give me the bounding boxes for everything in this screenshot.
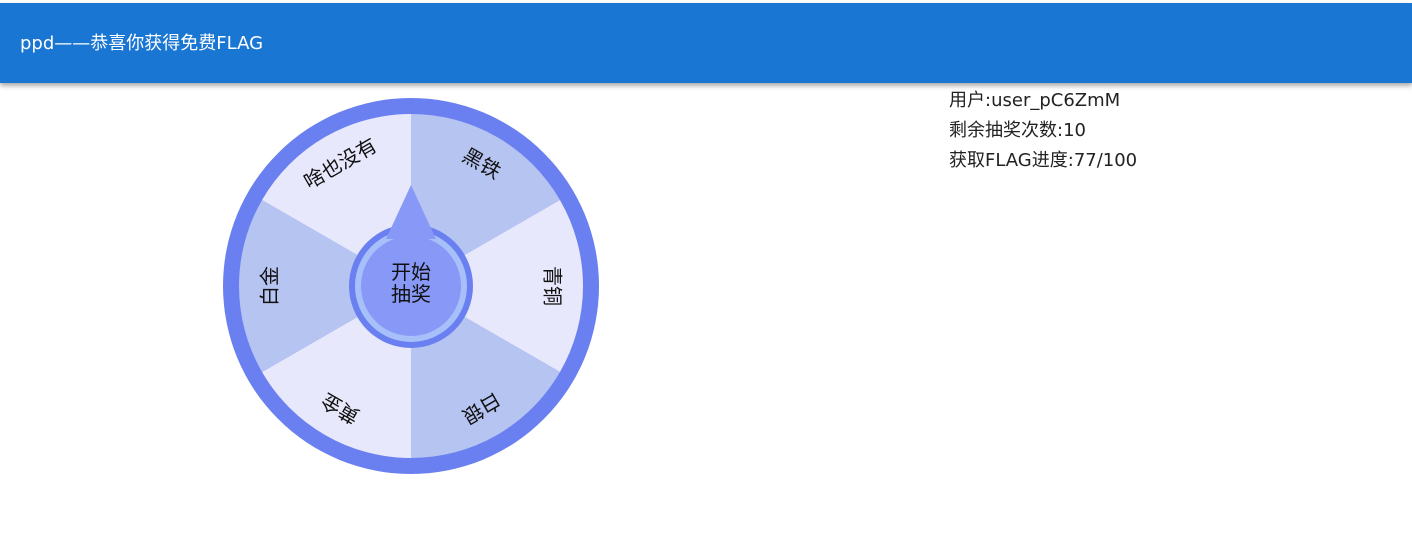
start-button-label: 开始 抽奖 (358, 261, 464, 305)
remaining-line: 剩余抽奖次数:10 (949, 116, 1137, 146)
start-label-line-1: 开始 (391, 260, 431, 284)
progress-value: 77/100 (1073, 150, 1138, 171)
user-line: 用户:user_pC6ZmM (949, 86, 1137, 116)
progress-line: 获取FLAG进度:77/100 (949, 146, 1137, 176)
start-label-line-2: 抽奖 (391, 282, 431, 306)
remaining-value: 10 (1063, 120, 1086, 141)
user-label: 用户: (949, 90, 992, 111)
app-header: ppd——恭喜你获得免费FLAG (0, 3, 1412, 83)
prize-label: 青铜 (541, 266, 565, 306)
user-info-panel: 用户:user_pC6ZmM 剩余抽奖次数:10 获取FLAG进度:77/100 (949, 86, 1137, 176)
app-title: ppd——恭喜你获得免费FLAG (20, 33, 264, 54)
remaining-label: 剩余抽奖次数: (949, 120, 1064, 141)
start-draw-button[interactable]: 开始 抽奖 (358, 233, 464, 339)
progress-label: 获取FLAG进度: (949, 150, 1074, 171)
user-value: user_pC6ZmM (991, 90, 1121, 111)
prize-label: 白金 (258, 266, 282, 306)
